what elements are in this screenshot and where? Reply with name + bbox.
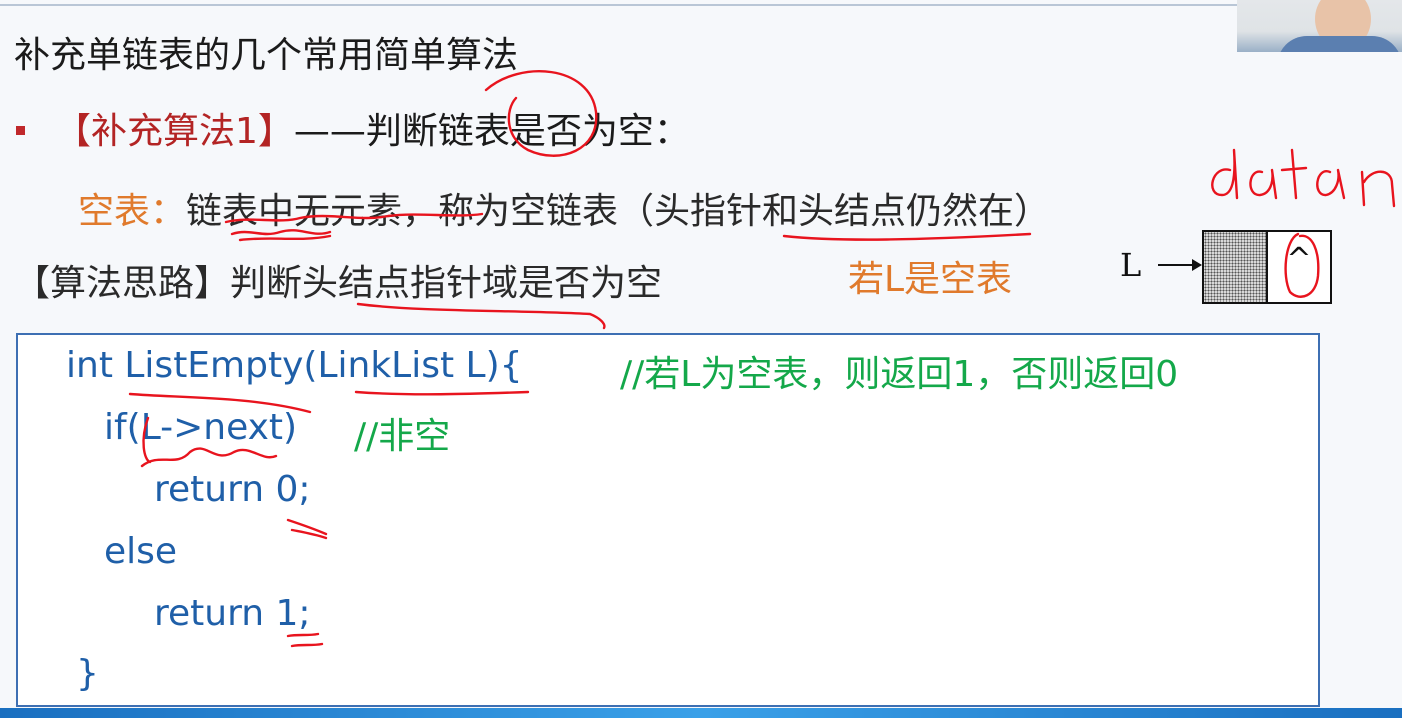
head-pointer-label: L <box>1120 246 1142 284</box>
code-line-signature: int ListEmpty(LinkList L){ <box>66 345 523 386</box>
ink-letter-n <box>1360 170 1396 208</box>
code-line-if: if(L->next) <box>104 407 298 448</box>
code-line-return-1: return 1; <box>154 593 311 634</box>
code-line-close-brace: } <box>76 653 99 694</box>
empty-note: 若L是空表 <box>848 259 1013 300</box>
empty-table-text: 链表中无元素，称为空链表（头指针和头结点仍然在） <box>186 191 1051 232</box>
code-block: int ListEmpty(LinkList L){ //若L为空表，则返回1，… <box>16 333 1320 707</box>
linked-list-diagram: L ^ <box>1120 226 1335 306</box>
algorithm-dash: —— <box>293 111 366 152</box>
bullet-square-icon <box>16 125 25 135</box>
empty-table-label: 空表： <box>78 191 187 232</box>
code-line-return-0: return 0; <box>154 469 311 510</box>
ink-word-data <box>1211 148 1346 200</box>
top-rule <box>0 4 1240 6</box>
presenter-shirt <box>1277 36 1402 52</box>
head-node: ^ <box>1202 230 1332 304</box>
empty-table-definition: 空表：链表中无元素，称为空链表（头指针和头结点仍然在） <box>78 182 1050 234</box>
data-field-hatched <box>1204 232 1268 302</box>
algorithm-idea: 【算法思路】判断头结点指针域是否为空 <box>14 263 663 304</box>
code-comment-nonempty: //非空 <box>354 416 451 457</box>
slide-title: 补充单链表的几个常用简单算法 <box>14 35 519 76</box>
ink-underline-head <box>782 232 1032 241</box>
code-line-else: else <box>104 531 178 572</box>
null-next-field: ^ <box>1286 242 1312 277</box>
ink-underline-idea <box>356 302 606 330</box>
bottom-bar <box>0 708 1402 718</box>
presenter-webcam-image <box>1237 0 1402 52</box>
code-comment-return: //若L为空表，则返回1，否则返回0 <box>620 354 1179 395</box>
algorithm-description: 判断链表是否为空： <box>365 111 690 152</box>
pointer-arrow-icon <box>1158 259 1202 271</box>
algorithm-heading: 【补充算法1】——判断链表是否为空： <box>16 102 690 154</box>
algorithm-label: 【补充算法1】 <box>55 111 294 152</box>
